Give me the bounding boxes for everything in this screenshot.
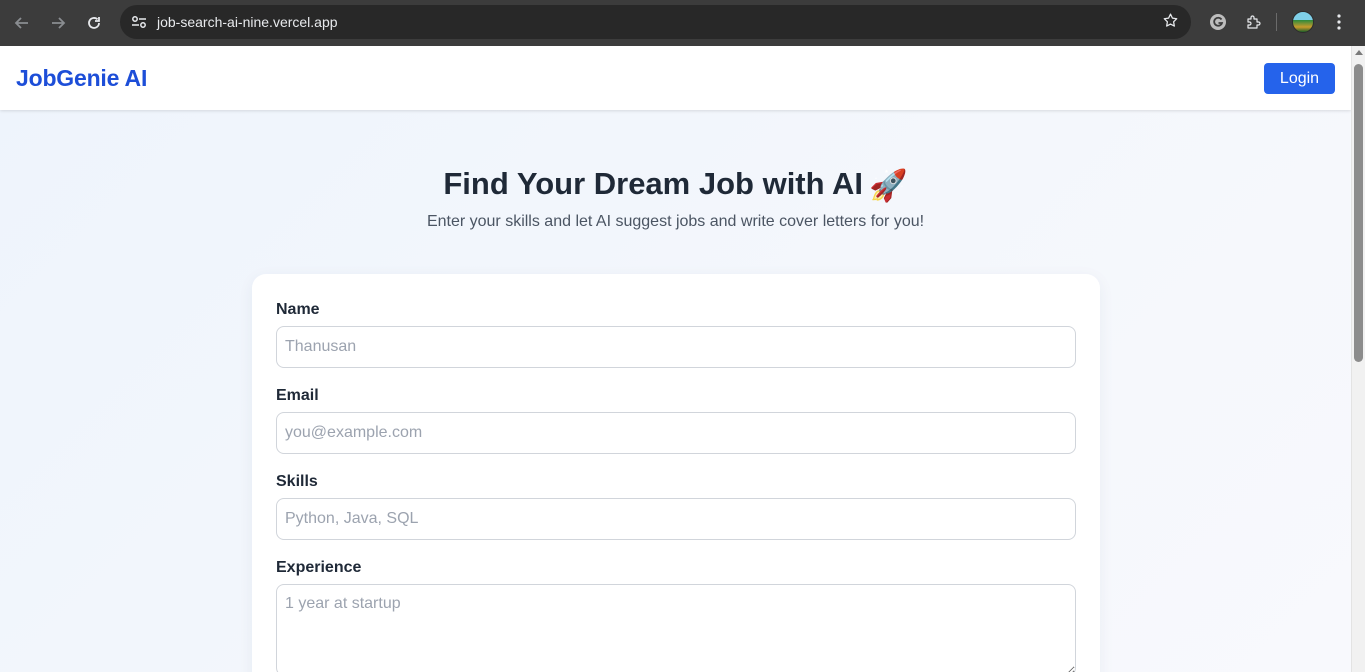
page-scrollbar[interactable] <box>1351 46 1365 672</box>
experience-label: Experience <box>276 559 362 576</box>
back-button[interactable] <box>4 5 40 41</box>
experience-textarea[interactable] <box>276 584 1076 672</box>
login-button[interactable]: Login <box>1264 63 1335 94</box>
scrollbar-thumb[interactable] <box>1354 64 1363 362</box>
name-input[interactable] <box>276 326 1076 368</box>
arrow-right-icon <box>52 17 66 29</box>
page-title-text: Find Your Dream Job with AI <box>443 166 864 201</box>
browser-toolbar: job-search-ai-nine.vercel.app <box>0 0 1365 46</box>
rocket-icon: 🚀 <box>869 168 908 203</box>
page-subtitle: Enter your skills and let AI suggest job… <box>426 213 925 230</box>
email-input[interactable] <box>276 412 1076 454</box>
reload-button[interactable] <box>76 5 112 41</box>
app-header: JobGenie AI Login <box>0 46 1351 110</box>
avatar <box>1292 11 1314 33</box>
arrow-left-icon <box>14 17 28 29</box>
brand-logo[interactable]: JobGenie AI <box>16 65 147 92</box>
scroll-up-arrow-icon[interactable] <box>1355 50 1363 55</box>
kebab-menu-icon <box>1337 14 1341 30</box>
page-title: Find Your Dream Job with AI 🚀 <box>0 166 1351 204</box>
url-text[interactable]: job-search-ai-nine.vercel.app <box>157 14 338 30</box>
skills-label: Skills <box>276 473 318 490</box>
skills-input[interactable] <box>276 498 1076 540</box>
toolbar-divider <box>1276 13 1277 31</box>
job-search-form: Name Email Skills Experience <box>252 274 1100 672</box>
tune-icon <box>132 16 146 28</box>
profile-button[interactable] <box>1285 5 1321 39</box>
grammarly-extension-button[interactable] <box>1200 5 1236 39</box>
puzzle-icon <box>1247 15 1261 29</box>
address-bar[interactable]: job-search-ai-nine.vercel.app <box>120 5 1191 39</box>
reload-icon <box>88 17 100 29</box>
grammarly-icon <box>1210 14 1226 30</box>
site-info-button[interactable] <box>122 5 156 39</box>
toolbar-actions <box>1200 5 1357 39</box>
browser-menu-button[interactable] <box>1321 5 1357 39</box>
forward-button[interactable] <box>40 5 76 41</box>
name-label: Name <box>276 301 320 318</box>
page-viewport: JobGenie AI Login Find Your Dream Job wi… <box>0 46 1351 672</box>
email-label: Email <box>276 387 319 404</box>
bookmark-star-icon[interactable] <box>1162 12 1179 34</box>
extensions-button[interactable] <box>1236 5 1272 39</box>
